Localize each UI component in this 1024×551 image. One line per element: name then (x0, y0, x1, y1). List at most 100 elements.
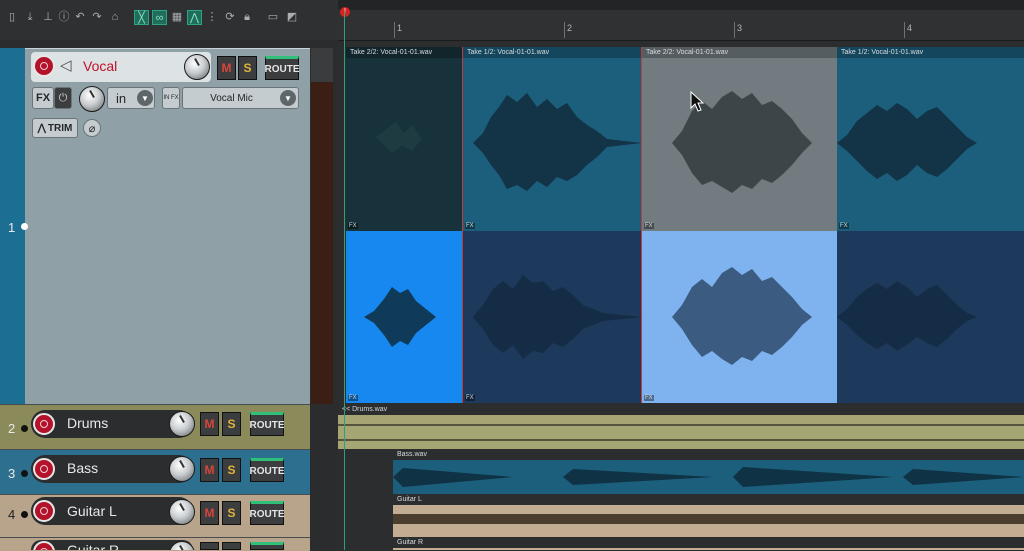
track-name[interactable]: Guitar L (67, 503, 117, 519)
grid-icon[interactable]: ▦ (170, 10, 184, 24)
waveform (473, 93, 641, 191)
info-icon[interactable]: ⓘ (57, 10, 71, 24)
marker-icon[interactable]: ! (340, 7, 350, 17)
volume-knob[interactable] (169, 499, 195, 525)
lock-icon[interactable]: 🔒︎ (240, 10, 254, 24)
track-select-dot[interactable] (21, 511, 28, 518)
item-fx-tag[interactable]: FX (644, 395, 654, 401)
track-name[interactable]: Guitar R (67, 542, 119, 550)
item-fx-tag[interactable]: FX (348, 223, 358, 229)
input-fx-button[interactable]: IN FX (162, 87, 180, 109)
solo-button[interactable]: S (222, 458, 241, 482)
record-arm-button[interactable] (33, 55, 55, 77)
track-select-dot[interactable] (21, 470, 28, 477)
media-item-vocal-take-selected[interactable]: FX (641, 231, 837, 403)
trim-icon: ⋀ (37, 122, 46, 134)
mute-button[interactable]: M (200, 412, 219, 436)
redo-icon[interactable]: ↷ (90, 10, 104, 24)
mute-button[interactable]: M (200, 501, 219, 525)
item-fx-tag[interactable]: FX (644, 223, 654, 229)
media-item-guitar-r[interactable]: Guitar R (393, 537, 1024, 550)
media-item-drums[interactable]: << Drums.wav (338, 404, 1024, 449)
record-arm-button[interactable] (33, 458, 55, 480)
phase-invert-icon[interactable]: ⌀ (83, 119, 101, 137)
solo-button[interactable]: S (238, 56, 257, 80)
save-icon[interactable]: ⤓ (23, 10, 37, 24)
track-select-dot[interactable] (21, 425, 28, 432)
marker-lane[interactable] (338, 0, 1024, 10)
route-button[interactable]: ROUTE (250, 412, 285, 436)
item-fx-tag[interactable]: FX (839, 223, 849, 229)
volume-knob[interactable] (184, 54, 210, 80)
media-item-vocal-take[interactable]: Take 1/2: Vocal-01-01.wav FX (837, 47, 1024, 231)
mute-button[interactable] (200, 542, 219, 550)
media-item-vocal-take[interactable]: Take 2/2: Vocal-01-01.wav FX (346, 47, 462, 231)
route-button[interactable]: ROUTE (250, 501, 285, 525)
snap-icon[interactable]: ∞ (152, 10, 167, 25)
solo-button[interactable] (222, 542, 241, 550)
ruler-label: 4 (907, 23, 913, 33)
media-item-guitar-l[interactable]: Guitar L (393, 494, 1024, 537)
media-item-bass[interactable]: Bass.wav (393, 449, 1024, 494)
item-label: Guitar R (393, 537, 1024, 548)
media-item-vocal-take-selected[interactable]: FX (346, 231, 462, 403)
chevron-down-icon[interactable]: ▼ (137, 90, 153, 106)
new-project-icon[interactable]: ▯ (5, 10, 19, 24)
loop-icon[interactable]: ⟳ (223, 10, 237, 24)
track-select-dot[interactable] (21, 223, 28, 230)
render-icon[interactable]: ◩ (285, 10, 299, 24)
empty-lane[interactable] (338, 494, 393, 537)
route-button[interactable]: ROUTE (250, 458, 285, 482)
route-button[interactable]: ROUTE (265, 56, 300, 80)
track-name[interactable]: Bass (67, 460, 98, 476)
ripple-icon[interactable]: ╳ (134, 10, 149, 25)
track-name[interactable]: Drums (67, 415, 108, 431)
layout-icon[interactable]: ▭ (266, 10, 280, 24)
ruler-label: 3 (737, 23, 743, 33)
mute-button[interactable]: M (200, 458, 219, 482)
track-name[interactable]: Vocal (83, 58, 117, 74)
media-item-vocal-take[interactable]: Take 1/2: Vocal-01-01.wav FX (462, 47, 641, 231)
track-number: 2 (8, 421, 16, 436)
mute-button[interactable]: M (217, 56, 236, 80)
route-button[interactable] (250, 542, 284, 550)
empty-lane[interactable] (338, 449, 393, 494)
chevron-down-icon[interactable]: ▼ (280, 90, 296, 106)
timeline-ruler[interactable]: ! 1 2 3 4 (338, 0, 1024, 41)
play-cursor[interactable] (344, 12, 345, 550)
solo-button[interactable]: S (222, 412, 241, 436)
pan-knob[interactable] (79, 86, 105, 112)
speaker-icon[interactable]: ◁ (60, 56, 76, 76)
waveform (393, 514, 1024, 524)
fx-button[interactable]: FX (32, 87, 54, 109)
waveform (376, 122, 422, 153)
ruler-tick (904, 22, 905, 38)
waveform (473, 275, 641, 359)
envelope-lock-icon[interactable]: ⋮ (205, 10, 219, 24)
metronome-icon[interactable]: ⌂ (108, 10, 122, 24)
automation-trim-button[interactable]: ⋀ TRIM (32, 118, 78, 138)
empty-lane[interactable] (338, 537, 393, 550)
main-toolbar: ▯ ⤓ ⊥ ⓘ ↶ ↷ ⌂ ╳ ∞ ▦ ⋀ ⋮ ⟳ 🔒︎ ▭ ◩ (0, 0, 338, 41)
auto-crossfade-icon[interactable]: ⋀ (187, 10, 202, 25)
solo-button[interactable]: S (222, 501, 241, 525)
fx-bypass-icon[interactable]: ⏻ (54, 87, 72, 109)
item-fx-tag[interactable]: FX (465, 223, 475, 229)
undo-icon[interactable]: ↶ (73, 10, 87, 24)
media-item-vocal-take[interactable] (837, 231, 1024, 403)
volume-knob[interactable] (169, 456, 195, 482)
record-arm-button[interactable] (33, 541, 55, 550)
record-arm-button[interactable] (33, 500, 55, 522)
input-label: in (116, 90, 127, 106)
waveform (393, 467, 1024, 487)
project-settings-icon[interactable]: ⊥ (41, 10, 55, 24)
ruler-label: 1 (397, 23, 403, 33)
item-fx-tag[interactable]: FX (348, 395, 358, 401)
item-fx-tag[interactable]: FX (465, 395, 475, 401)
media-item-vocal-take[interactable]: Take 2/2: Vocal-01-01.wav FX (641, 47, 837, 231)
volume-knob[interactable] (169, 411, 195, 437)
record-arm-button[interactable] (33, 413, 55, 435)
media-item-vocal-take[interactable]: FX (462, 231, 641, 403)
ruler-label: 2 (567, 23, 573, 33)
volume-knob[interactable] (169, 541, 195, 550)
